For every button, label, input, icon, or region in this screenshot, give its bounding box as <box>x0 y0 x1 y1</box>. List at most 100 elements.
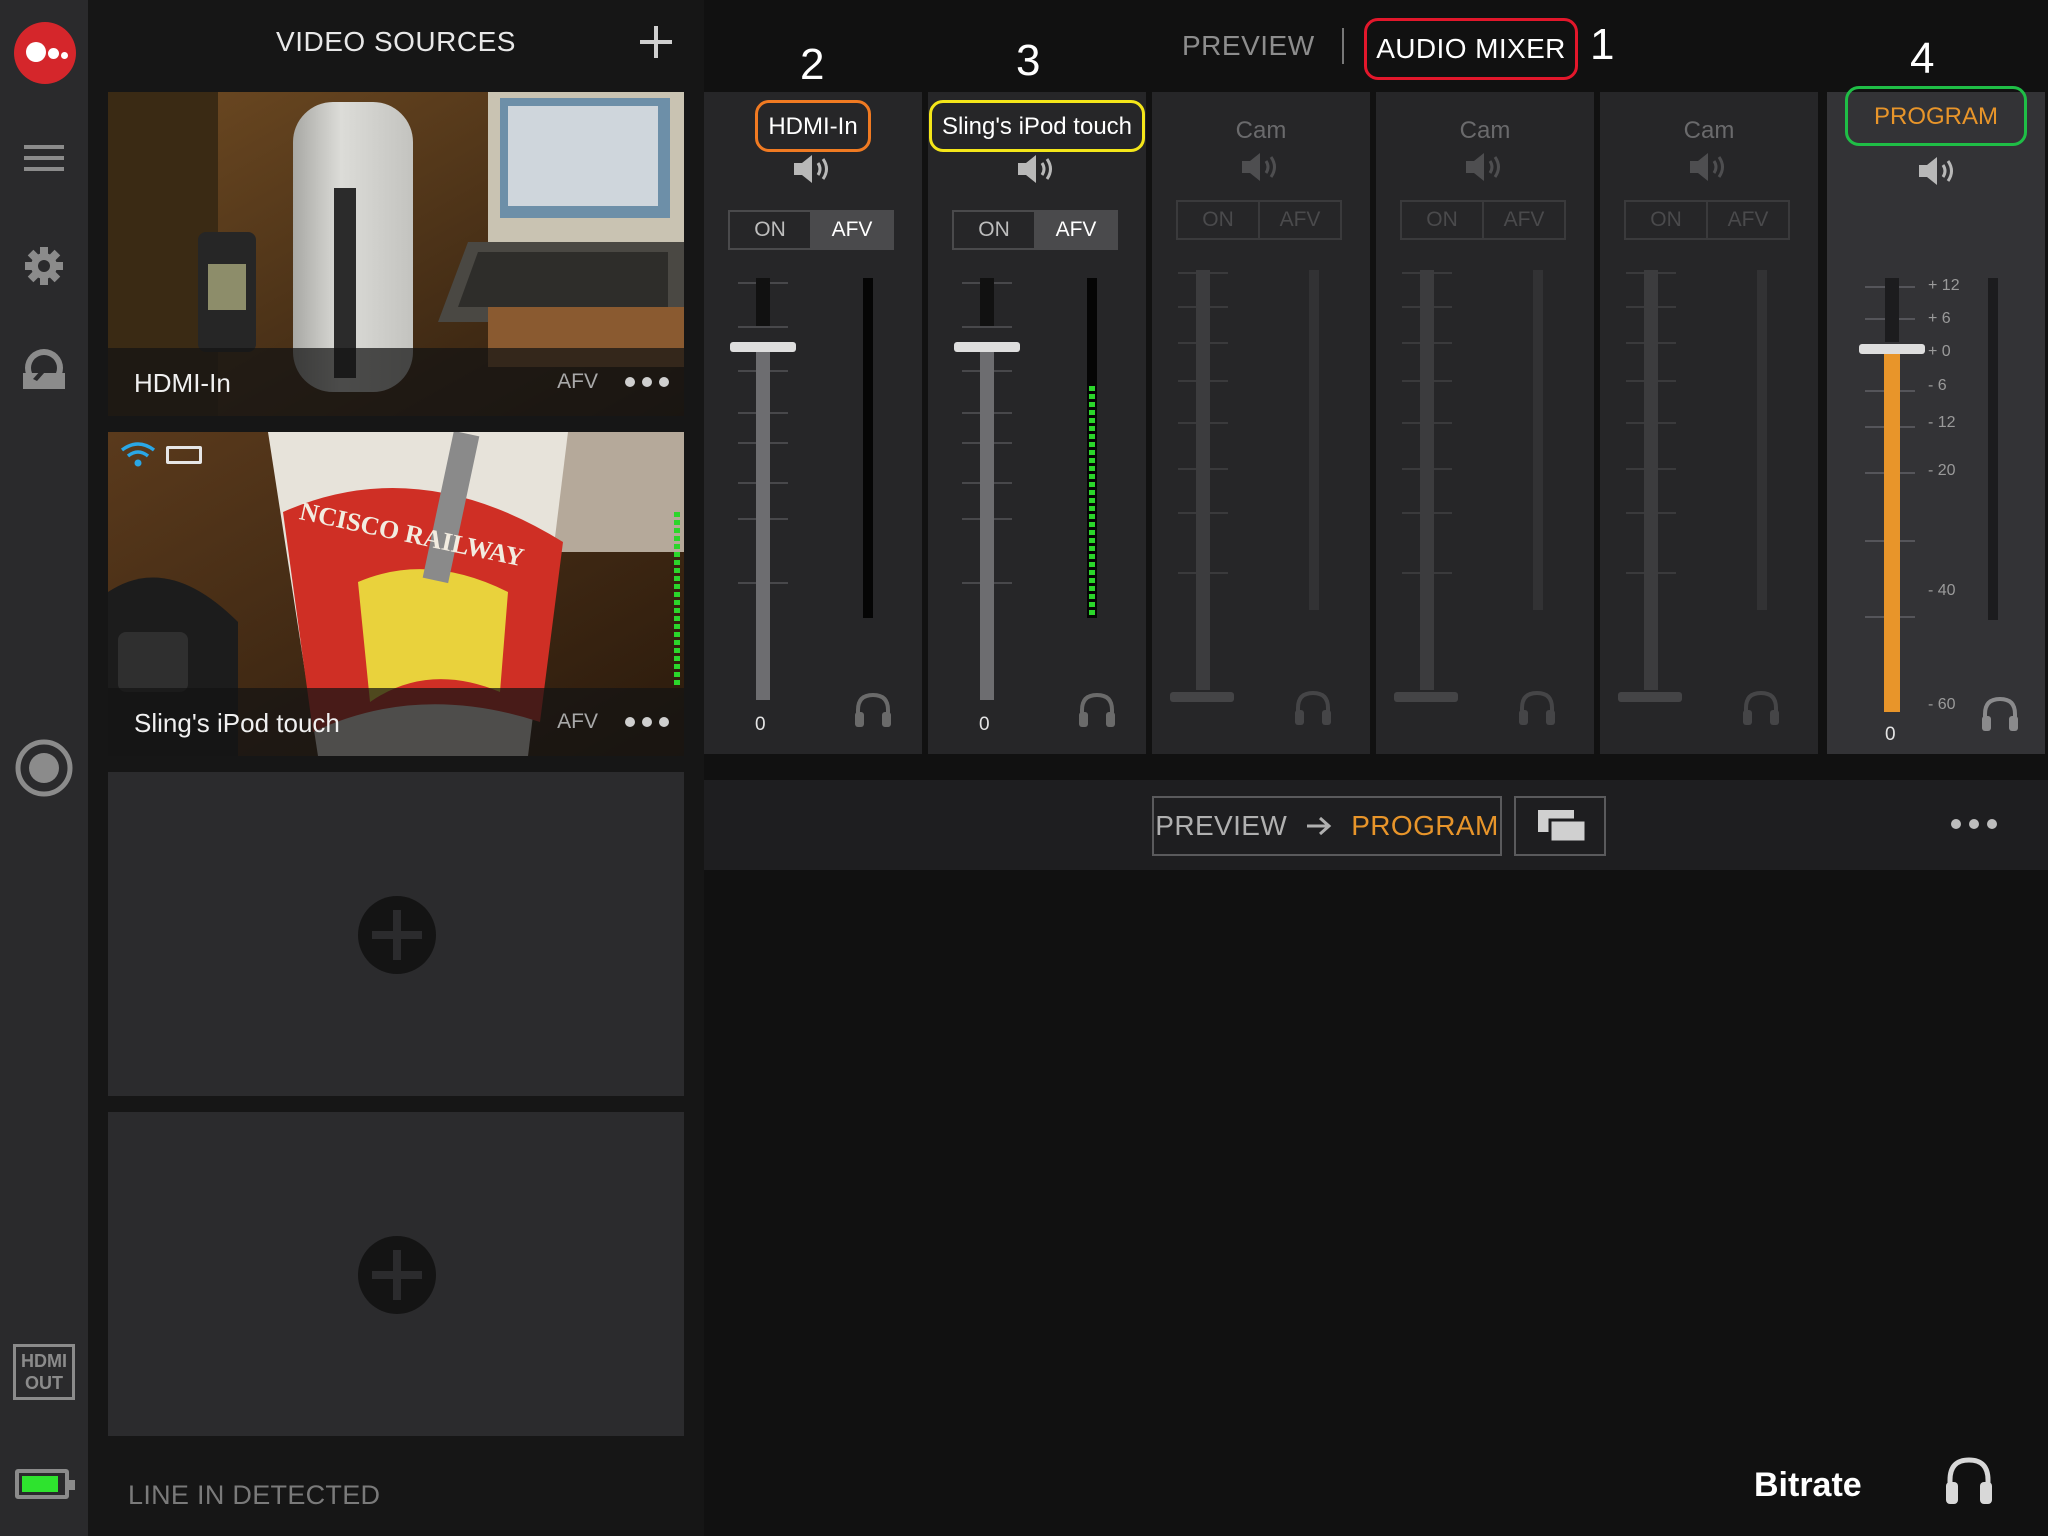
source-name: Sling's iPod touch <box>134 708 340 738</box>
multiview-icon <box>1538 810 1588 844</box>
headphones-icon[interactable] <box>854 692 892 728</box>
toggle-on[interactable]: ON <box>730 212 812 248</box>
add-source-plus-icon[interactable] <box>358 896 436 974</box>
tab-audio-mixer[interactable]: AUDIO MIXER <box>1364 18 1578 80</box>
channel-name: Cam <box>1459 117 1511 144</box>
on-afv-toggle[interactable]: ON AFV <box>1176 200 1342 240</box>
source-afv-label[interactable]: AFV <box>557 370 598 394</box>
headphones-icon[interactable] <box>1981 696 2019 732</box>
transition-bar: PREVIEW PROGRAM <box>704 780 2048 870</box>
channel-name: Sling's iPod touch <box>928 100 1146 152</box>
fader-handle[interactable] <box>1859 344 1925 354</box>
headphones-icon[interactable] <box>1078 692 1116 728</box>
add-source-button[interactable] <box>636 22 676 62</box>
wifi-icon <box>118 440 158 475</box>
headphones-icon[interactable] <box>1518 690 1556 726</box>
annotation-number: 4 <box>1910 34 1935 83</box>
gauge-icon[interactable] <box>0 344 88 392</box>
on-afv-toggle[interactable]: ON AFV <box>952 210 1118 250</box>
toggle-afv[interactable]: AFV <box>1260 202 1340 238</box>
source-tile-hdmi-in[interactable]: HDMI-In AFV <box>108 92 684 416</box>
hdmi-out-label-line2: OUT <box>25 1373 63 1393</box>
db-label: - 60 <box>1928 696 1956 713</box>
toggle-on[interactable]: ON <box>1402 202 1484 238</box>
on-afv-toggle[interactable]: ON AFV <box>1400 200 1566 240</box>
db-label: + 6 <box>1928 310 1951 327</box>
headphones-icon[interactable] <box>1742 690 1780 726</box>
speaker-icon[interactable] <box>1917 154 1959 188</box>
preview-to-program-button[interactable]: PREVIEW PROGRAM <box>1152 796 1502 856</box>
source-afv-label[interactable]: AFV <box>557 710 598 734</box>
fader-track <box>1644 270 1658 690</box>
headphones-icon[interactable] <box>1944 1456 1994 1506</box>
transition-from-label: PREVIEW <box>1155 810 1288 841</box>
level-meter <box>1533 270 1543 610</box>
fader-value: 0 <box>755 714 766 735</box>
channel-strip-cam: Cam ON AFV <box>1600 92 1818 754</box>
menu-icon[interactable] <box>0 138 88 178</box>
level-meter <box>863 278 873 618</box>
speaker-icon[interactable] <box>1240 150 1282 184</box>
battery-level <box>22 1476 58 1492</box>
speaker-icon[interactable] <box>1688 150 1730 184</box>
fader-handle[interactable] <box>954 342 1020 352</box>
fader-track <box>980 342 994 700</box>
channel-strip-cam: Cam ON AFV <box>1376 92 1594 754</box>
channel-strip-ipod: Sling's iPod touch ON AFV 0 <box>928 92 1146 754</box>
program-fader-fill <box>1884 354 1900 712</box>
channel-strip-hdmi-in: HDMI-In ON AFV 0 <box>704 92 922 754</box>
device-battery-icon <box>166 446 202 464</box>
channel-name: HDMI-In <box>755 100 871 152</box>
empty-source-slot[interactable] <box>108 772 684 1096</box>
source-audio-meter <box>674 512 684 688</box>
toggle-afv[interactable]: AFV <box>1484 202 1564 238</box>
on-afv-toggle[interactable]: ON AFV <box>728 210 894 250</box>
speaker-icon[interactable] <box>792 152 834 186</box>
speaker-icon[interactable] <box>1464 150 1506 184</box>
channel-name: Cam <box>1683 117 1735 144</box>
gear-icon[interactable] <box>0 242 88 290</box>
multiview-button[interactable] <box>1514 796 1606 856</box>
fader-handle[interactable] <box>1618 692 1682 702</box>
source-tile-ipod[interactable]: NCISCO RAILWAY Sling's iPod touch AFV <box>108 432 684 756</box>
annotation-number: 2 <box>800 40 825 89</box>
battery-icon <box>15 1469 75 1499</box>
toggle-on[interactable]: ON <box>1178 202 1260 238</box>
more-options-icon[interactable] <box>624 710 670 734</box>
toggle-afv[interactable]: AFV <box>1036 212 1116 248</box>
toggle-afv[interactable]: AFV <box>1708 202 1788 238</box>
hdmi-out-label-line1: HDMI <box>21 1351 67 1371</box>
plus-icon <box>640 26 672 58</box>
video-sources-panel: VIDEO SOURCES HDMI-In AFV NCISCO RAILWAY… <box>88 0 704 1536</box>
tab-preview[interactable]: PREVIEW <box>1182 30 1315 62</box>
fader-handle[interactable] <box>1170 692 1234 702</box>
toggle-on[interactable]: ON <box>954 212 1036 248</box>
app-logo <box>14 22 76 84</box>
toggle-on[interactable]: ON <box>1626 202 1708 238</box>
more-options-icon[interactable] <box>1950 812 1998 836</box>
source-name: HDMI-In <box>134 368 231 398</box>
fader-handle[interactable] <box>730 342 796 352</box>
fader-track <box>1196 270 1210 690</box>
speaker-icon[interactable] <box>1016 152 1058 186</box>
toggle-afv[interactable]: AFV <box>812 212 892 248</box>
headphones-icon[interactable] <box>1294 690 1332 726</box>
on-afv-toggle[interactable]: ON AFV <box>1624 200 1790 240</box>
fader-handle[interactable] <box>1394 692 1458 702</box>
left-rail: HDMI OUT <box>0 0 88 1536</box>
tab-separator <box>1342 28 1344 64</box>
record-button[interactable] <box>0 736 88 800</box>
more-options-icon[interactable] <box>624 370 670 394</box>
channel-strip-cam: Cam ON AFV <box>1152 92 1370 754</box>
add-source-plus-icon[interactable] <box>358 1236 436 1314</box>
level-meter <box>1087 278 1097 618</box>
bitrate-label[interactable]: Bitrate <box>1754 1466 1862 1505</box>
db-label: - 20 <box>1928 462 1956 479</box>
channel-name: Cam <box>1235 117 1287 144</box>
video-sources-title: VIDEO SOURCES <box>276 26 516 57</box>
db-label: - 6 <box>1928 377 1947 394</box>
level-meter <box>1309 270 1319 610</box>
hdmi-out-button[interactable]: HDMI OUT <box>13 1344 75 1400</box>
db-label: + 0 <box>1928 343 1951 360</box>
empty-source-slot[interactable] <box>108 1112 684 1436</box>
